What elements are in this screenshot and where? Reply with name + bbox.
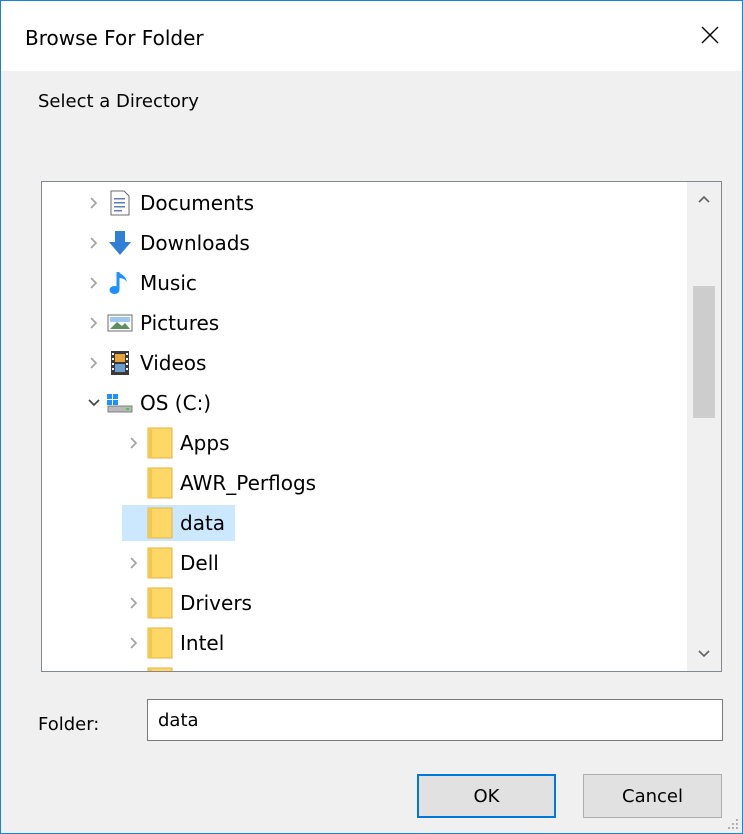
tree-item-label: OS (C:): [140, 391, 212, 415]
vertical-scrollbar[interactable]: [687, 182, 721, 671]
browse-folder-dialog: Browse For Folder Select a Directory Doc…: [0, 0, 743, 834]
folder-input[interactable]: [147, 699, 723, 741]
chevron-right-icon: [130, 637, 138, 649]
tree-expander[interactable]: [122, 585, 146, 621]
chevron-down-icon: [698, 650, 710, 658]
tree-item[interactable]: Apps: [122, 425, 236, 461]
tree-item[interactable]: Music: [82, 265, 203, 301]
tree-expander[interactable]: [82, 225, 106, 261]
tree-item[interactable]: OS (C:): [82, 385, 217, 421]
scroll-up-button[interactable]: [687, 182, 721, 216]
dialog-title: Browse For Folder: [25, 26, 204, 50]
tree-item-label: data: [180, 511, 226, 535]
videos-icon: [106, 347, 134, 379]
folder-icon: [146, 587, 174, 619]
tree-item-label: Apps: [180, 431, 230, 455]
music-icon: [106, 267, 134, 299]
cancel-button[interactable]: Cancel: [583, 774, 722, 818]
chevron-right-icon: [90, 357, 98, 369]
folder-label: Folder:: [38, 714, 100, 735]
close-icon: [701, 26, 719, 44]
chevron-right-icon: [130, 597, 138, 609]
title-bar[interactable]: Browse For Folder: [1, 1, 742, 71]
chevron-right-icon: [130, 557, 138, 569]
tree-item[interactable]: AWR_Perflogs: [122, 465, 322, 501]
tree-item[interactable]: Drivers: [122, 585, 258, 621]
tree-expander[interactable]: [82, 345, 106, 381]
folder-tree[interactable]: Documents Downloads Music Pictures Videos OS …: [41, 181, 722, 672]
scroll-thumb[interactable]: [693, 286, 715, 418]
chevron-right-icon: [130, 437, 138, 449]
dialog-prompt: Select a Directory: [38, 91, 199, 112]
tree-expander: [122, 505, 146, 541]
documents-icon: [106, 187, 134, 219]
tree-item-label: Downloads: [140, 231, 250, 255]
chevron-right-icon: [90, 237, 98, 249]
tree-expander[interactable]: [82, 265, 106, 301]
tree-item-label: Videos: [140, 351, 207, 375]
tree-expander[interactable]: [82, 305, 106, 341]
folder-icon: [146, 507, 174, 539]
chevron-up-icon: [698, 195, 710, 203]
tree-expander[interactable]: [122, 625, 146, 661]
tree-item[interactable]: data: [122, 505, 236, 541]
chevron-right-icon: [90, 317, 98, 329]
downloads-icon: [106, 227, 134, 259]
tree-item-label: Dell: [180, 551, 219, 575]
drive-icon: [106, 387, 134, 419]
tree-item-partial[interactable]: [122, 665, 180, 671]
chevron-right-icon: [90, 277, 98, 289]
scroll-down-button[interactable]: [687, 637, 721, 671]
folder-icon: [146, 667, 174, 671]
close-button[interactable]: [678, 1, 742, 69]
chevron-right-icon: [90, 197, 98, 209]
tree-item-label: Documents: [140, 191, 255, 215]
resize-grip-icon[interactable]: [726, 817, 740, 831]
tree-item[interactable]: Documents: [82, 185, 260, 221]
tree-item[interactable]: Downloads: [82, 225, 256, 261]
tree-item-label: Music: [140, 271, 197, 295]
tree-item-label: Intel: [180, 631, 225, 655]
tree-item-label: Pictures: [140, 311, 220, 335]
tree-item[interactable]: Pictures: [82, 305, 225, 341]
folder-icon: [146, 427, 174, 459]
folder-icon: [146, 627, 174, 659]
tree-item[interactable]: Videos: [82, 345, 212, 381]
tree-item[interactable]: Intel: [122, 625, 230, 661]
ok-button[interactable]: OK: [417, 774, 556, 818]
pictures-icon: [106, 307, 134, 339]
folder-icon: [146, 547, 174, 579]
tree-expander[interactable]: [82, 385, 106, 421]
tree-item-label: Drivers: [180, 591, 252, 615]
tree-expander: [122, 465, 146, 501]
tree-expander[interactable]: [122, 545, 146, 581]
tree-expander[interactable]: [82, 185, 106, 221]
tree-expander[interactable]: [122, 425, 146, 461]
tree-item[interactable]: Dell: [122, 545, 225, 581]
chevron-down-icon: [88, 399, 100, 407]
folder-icon: [146, 467, 174, 499]
tree-item-label: AWR_Perflogs: [180, 471, 317, 495]
